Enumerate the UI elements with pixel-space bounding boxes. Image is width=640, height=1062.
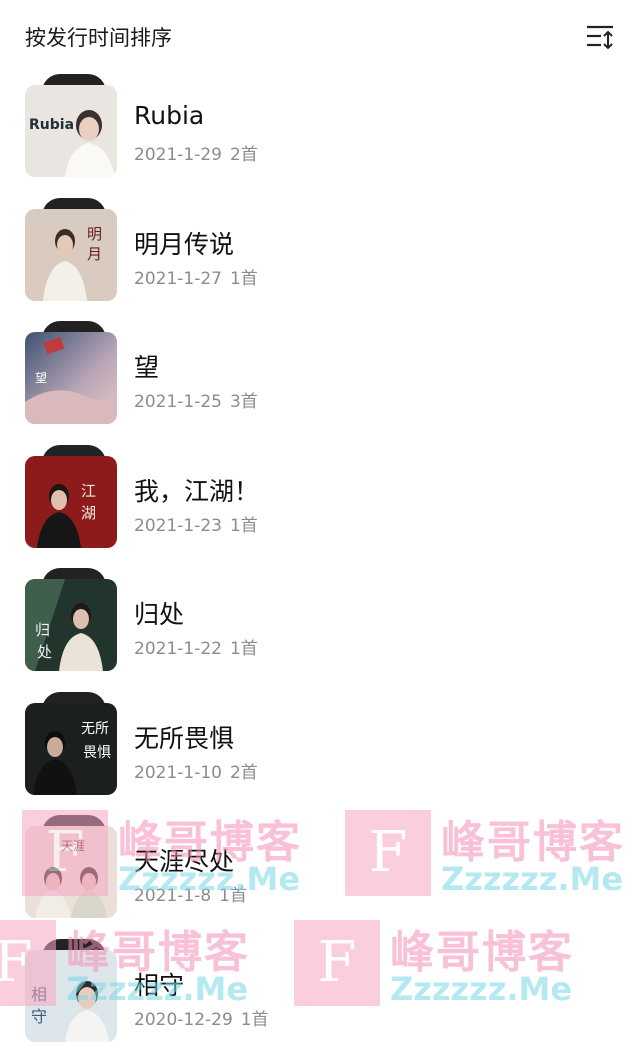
svg-text:处: 处 — [37, 643, 52, 661]
track-count: 2首 — [230, 763, 258, 783]
album-meta: 2021-1-10 2首 — [134, 758, 266, 783]
track-count: 1首 — [241, 1010, 269, 1030]
album-meta: 2021-1-29 2首 — [134, 140, 266, 165]
album-cover[interactable]: 天涯 — [25, 826, 117, 918]
album-meta: 2021-1-25 3首 — [134, 387, 266, 412]
svg-text:畏惧: 畏惧 — [83, 745, 111, 761]
svg-text:相: 相 — [31, 985, 47, 1004]
album-title: 归处 — [134, 595, 184, 631]
release-date: 2021-1-25 — [134, 392, 222, 412]
album-meta: 2020-12-29 1首 — [134, 1005, 277, 1030]
sort-toggle-icon[interactable] — [585, 24, 615, 50]
release-date: 2021-1-22 — [134, 639, 222, 659]
album-row-jianghu[interactable]: 江 湖 我，江湖！ 2021-1-23 1首 — [0, 445, 640, 569]
release-date: 2021-1-8 — [134, 886, 211, 906]
album-row-mingyue[interactable]: 明 月 明月传说 2021-1-27 1首 — [0, 198, 640, 322]
album-cover[interactable]: 江 湖 — [25, 456, 117, 548]
album-cover[interactable]: 望 — [25, 332, 117, 424]
album-row-rubia[interactable]: Rubia Rubia 2021-1-29 2首 — [0, 74, 640, 198]
album-cover[interactable]: 无所 畏惧 — [25, 703, 117, 795]
svg-text:无所: 无所 — [81, 721, 109, 737]
header-bar: 按发行时间排序 — [0, 0, 640, 72]
release-date: 2021-1-23 — [134, 516, 222, 536]
release-date: 2021-1-10 — [134, 763, 222, 783]
album-meta: 2021-1-22 1首 — [134, 634, 266, 659]
track-count: 2首 — [230, 145, 258, 165]
album-meta: 2021-1-8 1首 — [134, 881, 255, 906]
album-list: Rubia Rubia 2021-1-29 2首 明 月 明月传说 2021-1-… — [0, 74, 640, 1062]
album-row-xiangshou[interactable]: 相 守 相守 2020-12-29 1首 — [0, 939, 640, 1062]
album-title: 望 — [134, 348, 159, 384]
track-count: 1首 — [230, 639, 258, 659]
album-title: 无所畏惧 — [134, 719, 234, 755]
release-date: 2021-1-27 — [134, 269, 222, 289]
svg-text:江: 江 — [81, 482, 96, 500]
album-row-wang[interactable]: 望 望 2021-1-25 3首 — [0, 321, 640, 445]
svg-text:守: 守 — [31, 1007, 47, 1026]
sort-order-label[interactable]: 按发行时间排序 — [25, 22, 172, 52]
track-count: 1首 — [230, 516, 258, 536]
release-date: 2021-1-29 — [134, 145, 222, 165]
svg-text:月: 月 — [87, 245, 102, 263]
album-cover[interactable]: Rubia — [25, 85, 117, 177]
svg-text:天涯: 天涯 — [61, 839, 85, 853]
album-cover[interactable]: 明 月 — [25, 209, 117, 301]
track-count: 1首 — [230, 269, 258, 289]
album-title: 相守 — [134, 966, 184, 1002]
track-count: 1首 — [219, 886, 247, 906]
album-title: Rubia — [134, 101, 204, 130]
release-date: 2020-12-29 — [134, 1010, 233, 1030]
album-title: 天涯尽处 — [134, 842, 234, 878]
album-title: 明月传说 — [134, 225, 234, 261]
album-title: 我，江湖！ — [134, 472, 259, 508]
album-row-guichu[interactable]: 归 处 归处 2021-1-22 1首 — [0, 568, 640, 692]
album-cover[interactable]: 归 处 — [25, 579, 117, 671]
album-row-tianya[interactable]: 天涯 天涯尽处 2021-1-8 1首 — [0, 815, 640, 939]
album-cover[interactable]: 相 守 — [25, 950, 117, 1042]
svg-text:明: 明 — [87, 225, 102, 243]
album-meta: 2021-1-27 1首 — [134, 264, 266, 289]
svg-text:望: 望 — [35, 371, 47, 385]
album-row-wusuoweiju[interactable]: 无所 畏惧 无所畏惧 2021-1-102首 — [0, 692, 640, 816]
svg-text:归: 归 — [35, 621, 50, 639]
album-meta: 2021-1-23 1首 — [134, 511, 266, 536]
cover-text: Rubia — [29, 117, 74, 133]
track-count: 3首 — [230, 392, 258, 412]
svg-text:湖: 湖 — [81, 504, 96, 522]
